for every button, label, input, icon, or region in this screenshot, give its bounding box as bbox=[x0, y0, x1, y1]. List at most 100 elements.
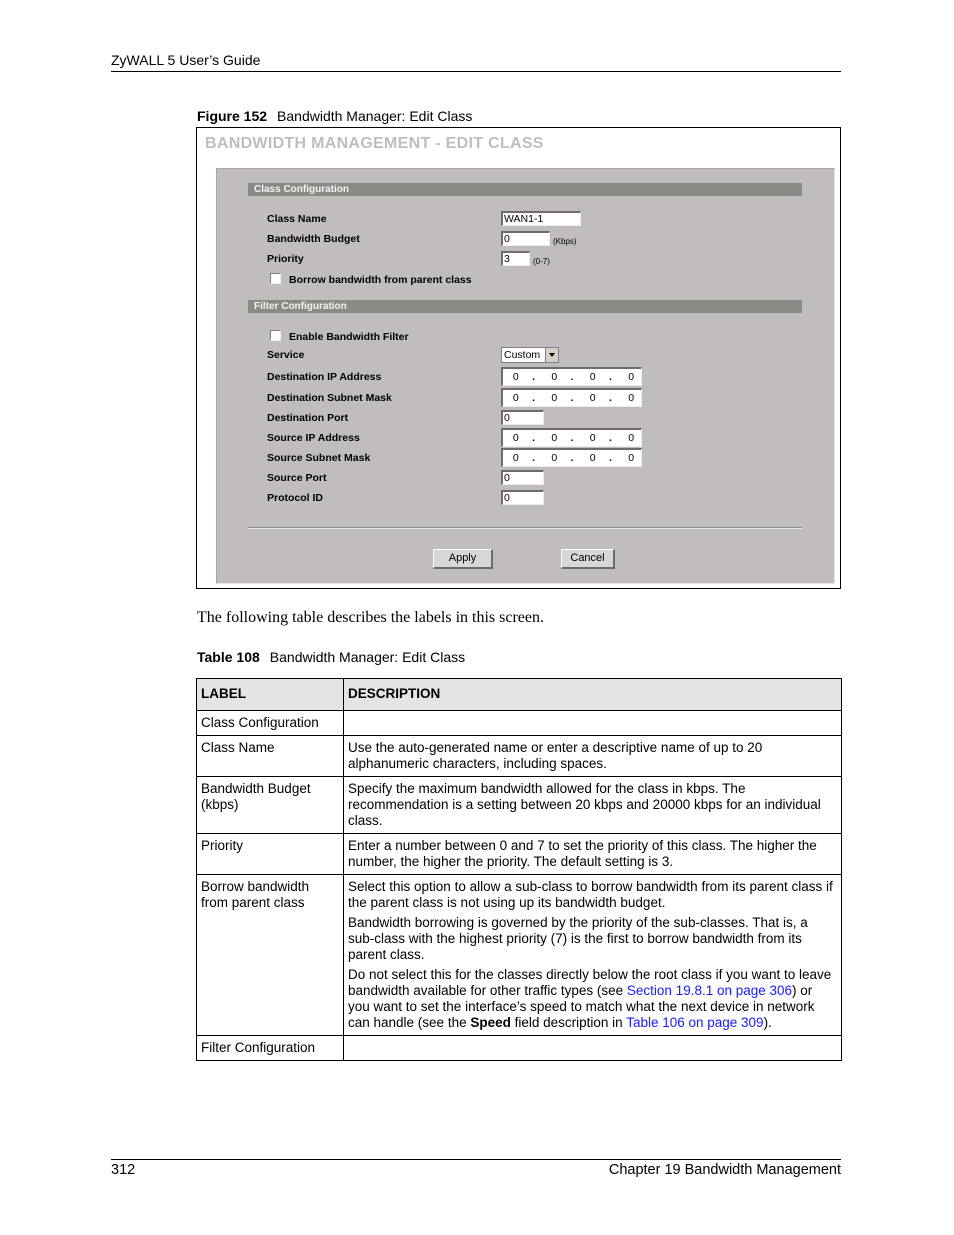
class-name-label: Class Name bbox=[267, 213, 327, 225]
description-text: Specify the maximum bandwidth allowed fo… bbox=[348, 781, 821, 828]
dot: . bbox=[608, 371, 612, 383]
table-row: Bandwidth Budget (kbps) Specify the maxi… bbox=[196, 776, 842, 834]
running-header: ZyWALL 5 User’s Guide bbox=[111, 52, 261, 68]
table-caption: Table 108 Bandwidth Manager: Edit Class bbox=[197, 649, 465, 665]
description-column-header: DESCRIPTION bbox=[343, 678, 842, 711]
class-configuration-header: Class Configuration bbox=[248, 183, 802, 196]
table-row: Borrow bandwidth from parent class Selec… bbox=[196, 874, 842, 1036]
src-mask-octet-4[interactable]: 0 bbox=[621, 452, 641, 464]
figure-caption: Figure 152 Bandwidth Manager: Edit Class bbox=[197, 108, 472, 124]
dest-mask-octet-4[interactable]: 0 bbox=[621, 392, 641, 404]
table-row: Class Configuration bbox=[196, 710, 842, 736]
row-label: Class Name bbox=[196, 735, 344, 777]
text-run: ). bbox=[763, 1015, 772, 1030]
figure-title: Bandwidth Manager: Edit Class bbox=[277, 108, 473, 124]
bandwidth-budget-input[interactable]: 0 bbox=[501, 231, 550, 246]
protocol-id-label: Protocol ID bbox=[267, 492, 324, 504]
description-text: Do not select this for the classes direc… bbox=[348, 967, 837, 1031]
intro-text: The following table describes the labels… bbox=[197, 609, 545, 626]
apply-button[interactable]: Apply bbox=[433, 549, 493, 569]
service-label: Service bbox=[267, 349, 305, 361]
dropdown-arrow-icon[interactable] bbox=[545, 348, 558, 362]
dot: . bbox=[608, 392, 612, 404]
dot: . bbox=[608, 452, 612, 464]
description-text: Bandwidth borrowing is governed by the p… bbox=[348, 915, 808, 962]
priority-label: Priority bbox=[267, 253, 304, 265]
src-mask-octet-1[interactable]: 0 bbox=[506, 452, 526, 464]
src-port-input[interactable]: 0 bbox=[501, 470, 544, 485]
dest-ip-octet-4[interactable]: 0 bbox=[621, 371, 641, 383]
row-description: Enter a number between 0 and 7 to set th… bbox=[343, 833, 842, 875]
cancel-button[interactable]: Cancel bbox=[561, 549, 615, 569]
table-title: Bandwidth Manager: Edit Class bbox=[269, 649, 466, 665]
dest-ip-octet-3[interactable]: 0 bbox=[583, 371, 603, 383]
dest-ip-label: Destination IP Address bbox=[267, 371, 382, 383]
src-ip-octet-2[interactable]: 0 bbox=[544, 432, 564, 444]
dot: . bbox=[570, 432, 574, 444]
screen-title: BANDWIDTH MANAGEMENT - EDIT CLASS bbox=[205, 135, 544, 152]
dot: . bbox=[570, 392, 574, 404]
src-mask-label: Source Subnet Mask bbox=[267, 452, 371, 464]
table-row: Priority Enter a number between 0 and 7 … bbox=[196, 833, 842, 875]
bandwidth-budget-label: Bandwidth Budget bbox=[267, 233, 360, 245]
row-label: Borrow bandwidth from parent class bbox=[196, 874, 344, 1036]
borrow-bandwidth-row: Borrow bandwidth from parent class bbox=[270, 273, 472, 286]
priority-input[interactable]: 3 bbox=[501, 251, 530, 266]
panel-divider bbox=[248, 527, 802, 529]
priority-range: (0-7) bbox=[533, 257, 550, 266]
table-106-link[interactable]: Table 106 on page 309 bbox=[626, 1015, 763, 1030]
row-description bbox=[343, 710, 842, 736]
borrow-bandwidth-checkbox[interactable] bbox=[270, 273, 281, 284]
dot: . bbox=[608, 432, 612, 444]
src-mask-octet-2[interactable]: 0 bbox=[544, 452, 564, 464]
header-rule bbox=[111, 71, 841, 72]
borrow-bandwidth-label: Borrow bandwidth from parent class bbox=[289, 274, 472, 286]
section-19-8-1-link[interactable]: Section 19.8.1 on page 306 bbox=[627, 983, 792, 998]
dest-ip-input[interactable]: 0. 0. 0. 0 bbox=[501, 367, 642, 386]
service-select[interactable]: Custom bbox=[501, 347, 559, 363]
enable-filter-checkbox[interactable] bbox=[270, 330, 281, 341]
class-name-input[interactable]: WAN1-1 bbox=[501, 211, 581, 226]
text-run: field description in bbox=[510, 1015, 627, 1030]
dest-port-input[interactable]: 0 bbox=[501, 410, 544, 425]
src-mask-input[interactable]: 0. 0. 0. 0 bbox=[501, 448, 642, 467]
src-ip-octet-4[interactable]: 0 bbox=[621, 432, 641, 444]
row-label: Priority bbox=[196, 833, 344, 875]
speed-bold: Speed bbox=[470, 1015, 511, 1030]
description-text: Select this option to allow a sub-class … bbox=[348, 879, 833, 910]
dest-ip-octet-1[interactable]: 0 bbox=[506, 371, 526, 383]
dot: . bbox=[532, 371, 536, 383]
table-row: Filter Configuration bbox=[196, 1035, 842, 1061]
table-number: Table 108 bbox=[197, 649, 260, 665]
dest-mask-label: Destination Subnet Mask bbox=[267, 392, 392, 404]
enable-filter-label: Enable Bandwidth Filter bbox=[289, 331, 409, 343]
dest-mask-octet-3[interactable]: 0 bbox=[583, 392, 603, 404]
figure-number: Figure 152 bbox=[197, 108, 268, 124]
dot: . bbox=[532, 452, 536, 464]
src-port-label: Source Port bbox=[267, 472, 327, 484]
chapter-title: Chapter 19 Bandwidth Management bbox=[608, 1162, 841, 1178]
dot: . bbox=[570, 371, 574, 383]
service-value: Custom bbox=[504, 349, 541, 361]
src-ip-octet-3[interactable]: 0 bbox=[583, 432, 603, 444]
dest-mask-octet-2[interactable]: 0 bbox=[544, 392, 564, 404]
dot: . bbox=[532, 432, 536, 444]
dest-port-label: Destination Port bbox=[267, 412, 349, 424]
dot: . bbox=[570, 452, 574, 464]
label-description-table: LABEL DESCRIPTION Class Configuration Cl… bbox=[196, 678, 842, 1061]
row-label: Class Configuration bbox=[196, 710, 344, 736]
figure-screenshot: BANDWIDTH MANAGEMENT - EDIT CLASS Class … bbox=[196, 127, 841, 589]
edit-class-panel: Class Configuration Class Name WAN1-1 Ba… bbox=[216, 168, 835, 584]
row-description: Select this option to allow a sub-class … bbox=[343, 874, 842, 1036]
src-mask-octet-3[interactable]: 0 bbox=[583, 452, 603, 464]
description-text: Enter a number between 0 and 7 to set th… bbox=[348, 838, 817, 869]
src-ip-octet-1[interactable]: 0 bbox=[506, 432, 526, 444]
row-description: Specify the maximum bandwidth allowed fo… bbox=[343, 776, 842, 834]
protocol-id-input[interactable]: 0 bbox=[501, 490, 544, 505]
table-row: Class Name Use the auto-generated name o… bbox=[196, 735, 842, 777]
src-ip-input[interactable]: 0. 0. 0. 0 bbox=[501, 428, 642, 447]
src-ip-label: Source IP Address bbox=[267, 432, 360, 444]
dest-mask-input[interactable]: 0. 0. 0. 0 bbox=[501, 388, 642, 407]
dest-ip-octet-2[interactable]: 0 bbox=[544, 371, 564, 383]
dest-mask-octet-1[interactable]: 0 bbox=[506, 392, 526, 404]
